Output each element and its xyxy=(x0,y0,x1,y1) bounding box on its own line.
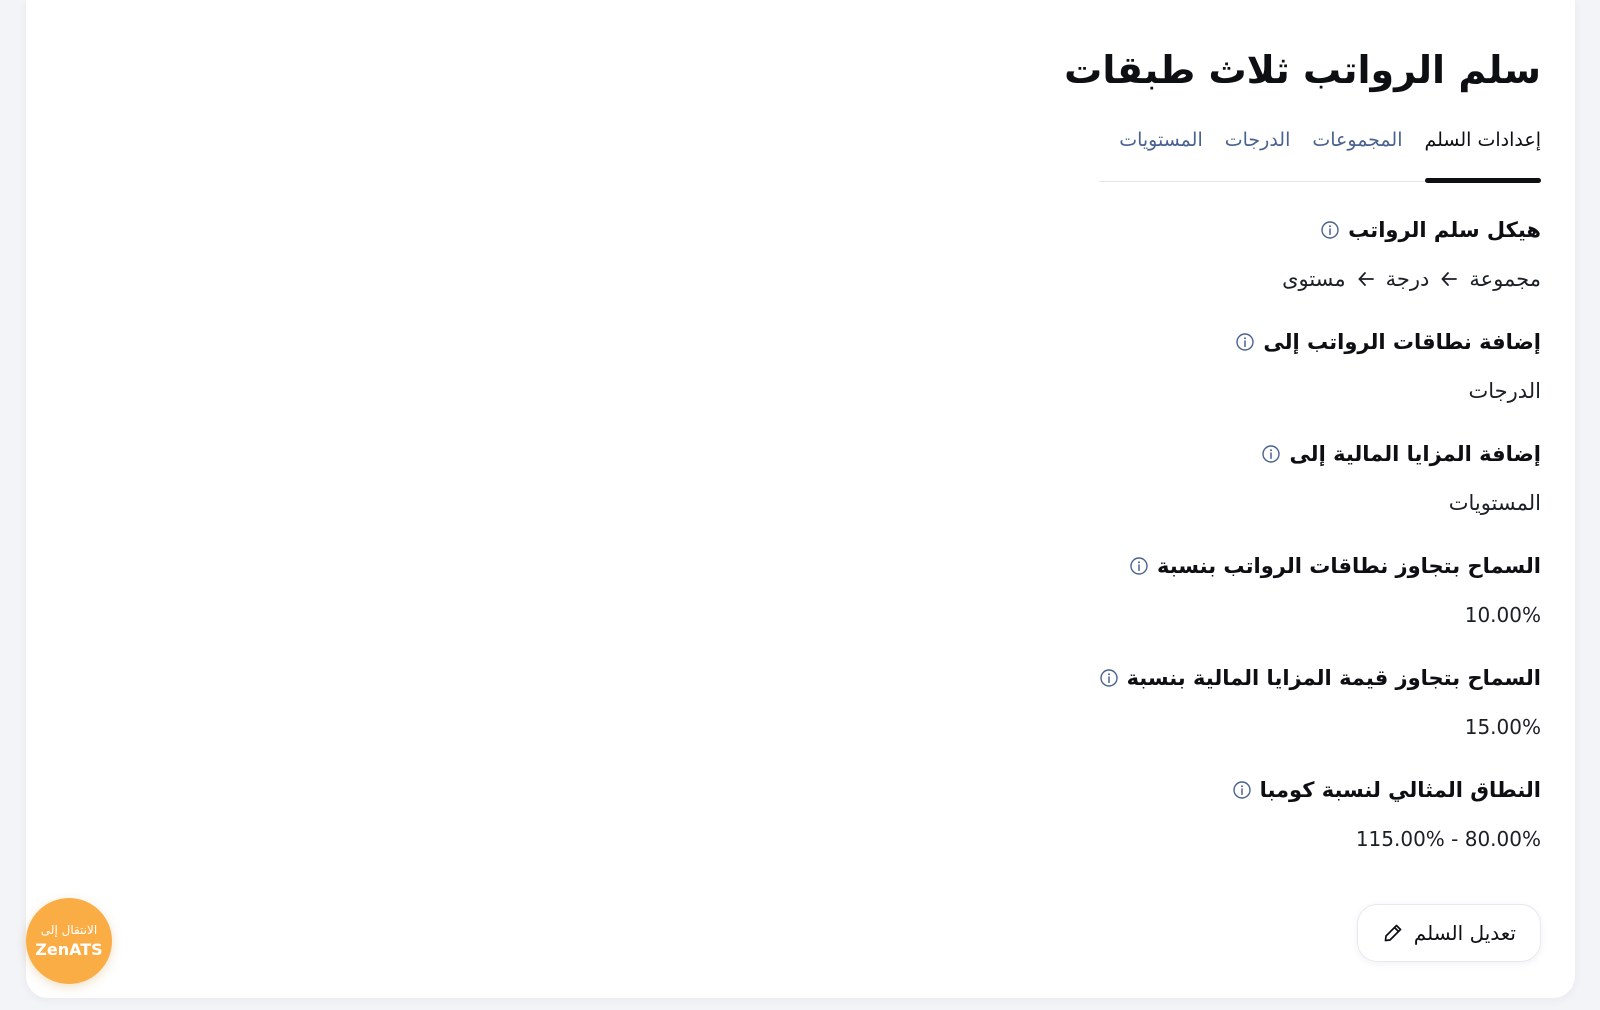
benefits-overrun-label: السماح بتجاوز قيمة المزايا المالية بنسبة xyxy=(1126,666,1541,690)
compa-ratio-label-row: النطاق المثالي لنسبة كومبا xyxy=(1232,774,1541,806)
salary-overrun-section: السماح بتجاوز نطاقات الرواتب بنسبة 10.00… xyxy=(1129,550,1541,630)
benefits-overrun-value: 15.00% xyxy=(1464,715,1541,739)
zenats-badge-line1: الانتقال إلى xyxy=(40,923,98,937)
structure-section: هيكل سلم الرواتب مجموعة درجة مستوى xyxy=(1282,214,1541,294)
info-icon[interactable] xyxy=(1235,332,1255,352)
compa-ratio-label: النطاق المثالي لنسبة كومبا xyxy=(1259,778,1541,802)
info-icon[interactable] xyxy=(1320,220,1340,240)
salary-overrun-label: السماح بتجاوز نطاقات الرواتب بنسبة xyxy=(1156,554,1541,578)
tab-levels[interactable]: المستويات xyxy=(1119,125,1203,181)
compa-ratio-section: النطاق المثالي لنسبة كومبا 115.00% - 80.… xyxy=(1232,774,1541,854)
structure-label-row: هيكل سلم الرواتب xyxy=(1282,214,1541,246)
benefits-section: إضافة المزايا المالية إلى المستويات xyxy=(1261,438,1541,518)
benefits-label-row: إضافة المزايا المالية إلى xyxy=(1261,438,1541,470)
salary-overrun-value: 10.00% xyxy=(1464,603,1541,627)
salary-ranges-section: إضافة نطاقات الرواتب إلى الدرجات xyxy=(1235,326,1541,406)
benefits-overrun-section: السماح بتجاوز قيمة المزايا المالية بنسبة… xyxy=(1099,662,1541,742)
salary-ranges-label: إضافة نطاقات الرواتب إلى xyxy=(1263,330,1541,354)
arrow-left-icon xyxy=(1442,272,1458,286)
zenats-badge-line2: ZenATS xyxy=(35,940,103,959)
path-item-group: مجموعة xyxy=(1469,267,1541,291)
tab-grades[interactable]: الدرجات xyxy=(1225,125,1291,181)
tab-groups[interactable]: المجموعات xyxy=(1312,125,1402,181)
salary-overrun-label-row: السماح بتجاوز نطاقات الرواتب بنسبة xyxy=(1129,550,1541,582)
benefits-overrun-label-row: السماح بتجاوز قيمة المزايا المالية بنسبة xyxy=(1099,662,1541,694)
path-item-grade: درجة xyxy=(1385,267,1430,291)
page-title: سلم الرواتب ثلاث طبقات xyxy=(1064,48,1541,92)
tab-ladder-settings[interactable]: إعدادات السلم xyxy=(1424,125,1541,183)
arrow-left-icon xyxy=(1358,272,1374,286)
info-icon[interactable] xyxy=(1232,780,1252,800)
salary-ranges-value: الدرجات xyxy=(1468,379,1541,403)
edit-ladder-label: تعديل السلم xyxy=(1413,921,1516,945)
benefits-label: إضافة المزايا المالية إلى xyxy=(1289,442,1541,466)
go-to-zenats-button[interactable]: الانتقال إلى ZenATS xyxy=(26,898,112,984)
salary-ranges-label-row: إضافة نطاقات الرواتب إلى xyxy=(1235,326,1541,358)
path-item-level: مستوى xyxy=(1282,267,1346,291)
info-icon[interactable] xyxy=(1129,556,1149,576)
compa-ratio-value: 115.00% - 80.00% xyxy=(1355,827,1541,851)
benefits-value: المستويات xyxy=(1448,491,1541,515)
edit-ladder-button[interactable]: تعديل السلم xyxy=(1356,904,1541,962)
pencil-icon xyxy=(1384,924,1402,942)
structure-label: هيكل سلم الرواتب xyxy=(1348,218,1541,242)
info-icon[interactable] xyxy=(1261,444,1281,464)
tab-bar: إعدادات السلم المجموعات الدرجات المستويا… xyxy=(1099,125,1541,183)
content-card: سلم الرواتب ثلاث طبقات إعدادات السلم الم… xyxy=(26,0,1575,998)
info-icon[interactable] xyxy=(1099,668,1119,688)
structure-path: مجموعة درجة مستوى xyxy=(1282,264,1541,294)
